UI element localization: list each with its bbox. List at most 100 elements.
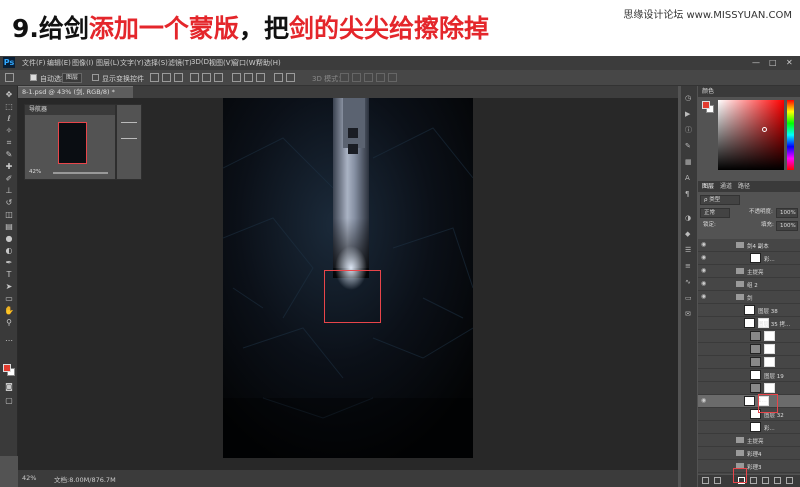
align-vcenter-icon[interactable] — [162, 73, 171, 82]
visibility-eye-icon[interactable]: ◉ — [701, 255, 707, 261]
layer-row[interactable] — [698, 382, 800, 395]
character-icon[interactable]: A — [685, 174, 693, 182]
layer-mask-thumbnail[interactable] — [764, 383, 775, 393]
visibility-eye-icon[interactable] — [701, 372, 707, 378]
maximize-icon[interactable]: □ — [769, 58, 777, 67]
distribute-icon[interactable] — [232, 73, 241, 82]
info-icon[interactable] — [121, 133, 137, 139]
blur-tool-icon[interactable]: ● — [4, 234, 14, 244]
layer-list[interactable]: ◉ 剑4 副本 ◉ 彩... ◉ 主提亮 ◉ 组 2 ◉ 剑图层 38 图层 35 拷... 图层 1… — [698, 239, 800, 474]
visibility-eye-icon[interactable] — [701, 385, 707, 391]
menu-view[interactable]: 视图(V) — [209, 58, 233, 68]
distribute-2-icon[interactable] — [244, 73, 253, 82]
type-tool-icon[interactable]: T — [4, 270, 14, 280]
marquee-tool-icon[interactable]: ⬚ — [4, 102, 14, 112]
align-left-icon[interactable] — [190, 73, 199, 82]
layer-row[interactable]: 图层 35 拷... — [698, 317, 800, 330]
crop-tool-icon[interactable]: ⌗ — [4, 138, 14, 148]
layer-thumbnail[interactable] — [750, 357, 761, 367]
visibility-eye-icon[interactable]: ◉ — [701, 268, 707, 274]
align-bottom-icon[interactable] — [174, 73, 183, 82]
3d-scale-icon[interactable] — [388, 73, 397, 82]
notes-icon[interactable]: ✉ — [685, 310, 693, 318]
visibility-eye-icon[interactable]: ◉ — [701, 398, 707, 404]
menu-help[interactable]: 帮助(H) — [256, 58, 281, 68]
layer-row[interactable]: ◉ 组 2 — [698, 278, 800, 291]
adjustment-layer-icon[interactable] — [750, 477, 757, 484]
tab-paths[interactable]: 路径 — [738, 181, 750, 192]
menu-window[interactable]: 窗口(W) — [232, 58, 258, 68]
layer-thumbnail[interactable] — [750, 253, 761, 263]
move-tool-icon[interactable]: ✥ — [4, 90, 14, 100]
color-fg-swatch[interactable] — [702, 101, 710, 109]
menu-edit[interactable]: 编辑(E) — [47, 58, 71, 68]
menu-file[interactable]: 文件(F) — [22, 58, 46, 68]
brush-presets-icon[interactable]: ✎ — [685, 142, 693, 150]
folder-icon[interactable] — [736, 242, 744, 248]
histogram-icon[interactable] — [121, 117, 137, 123]
auto-select-dropdown[interactable]: 图层 — [62, 73, 83, 83]
adjustments-icon[interactable]: ◑ — [685, 214, 693, 222]
history-brush-icon[interactable]: ↺ — [4, 198, 14, 208]
shape-tool-icon[interactable]: ▭ — [4, 294, 14, 304]
3d-slide-icon[interactable] — [376, 73, 385, 82]
navigator-zoom-slider[interactable] — [53, 172, 108, 174]
layer-row[interactable]: ◉ 1... — [698, 395, 800, 408]
tab-layers[interactable]: 图层 — [702, 181, 714, 192]
layer-mask-thumbnail[interactable] — [764, 344, 775, 354]
fill-value[interactable]: 100% — [776, 221, 798, 231]
healing-brush-icon[interactable]: ✚ — [4, 162, 14, 172]
folder-icon[interactable] — [736, 294, 744, 300]
foreground-color-swatch[interactable] — [3, 364, 11, 372]
layer-thumbnail[interactable] — [744, 318, 755, 328]
layer-mask-thumbnail[interactable] — [764, 331, 775, 341]
layer-row[interactable] — [698, 356, 800, 369]
folder-icon[interactable] — [736, 450, 744, 456]
folder-icon[interactable] — [736, 268, 744, 274]
3d-rotate-icon[interactable] — [340, 73, 349, 82]
layer-thumbnail[interactable] — [744, 305, 755, 315]
visibility-eye-icon[interactable] — [701, 307, 707, 313]
visibility-eye-icon[interactable]: ◉ — [701, 281, 707, 287]
layer-row[interactable]: 图层 32 — [698, 408, 800, 421]
visibility-eye-icon[interactable] — [701, 437, 707, 443]
minimize-icon[interactable]: — — [752, 58, 760, 67]
3d-drag-icon[interactable] — [364, 73, 373, 82]
tab-channels[interactable]: 通道 — [720, 181, 732, 192]
visibility-eye-icon[interactable] — [701, 333, 707, 339]
swatches-icon[interactable]: ▦ — [685, 158, 693, 166]
info-panel-icon[interactable]: ⓘ — [685, 126, 693, 134]
menu-layer[interactable]: 图层(L) — [96, 58, 119, 68]
layer-row[interactable]: ◉ 剑 — [698, 291, 800, 304]
align-hcenter-icon[interactable] — [202, 73, 211, 82]
layer-row[interactable]: 主提亮 — [698, 434, 800, 447]
properties-icon[interactable]: ☰ — [685, 246, 693, 254]
clone-stamp-icon[interactable]: ⊥ — [4, 186, 14, 196]
layer-row[interactable]: 图层 19 — [698, 369, 800, 382]
layer-row[interactable] — [698, 330, 800, 343]
brush-tool-icon[interactable]: ✐ — [4, 174, 14, 184]
navigator-zoom[interactable]: 42% — [29, 169, 41, 175]
layer-thumbnail[interactable] — [750, 344, 761, 354]
align-right-icon[interactable] — [214, 73, 223, 82]
styles-icon[interactable]: ◆ — [685, 230, 693, 238]
magic-wand-icon[interactable]: ✧ — [4, 126, 14, 136]
channels-icon[interactable]: ≡ — [685, 262, 693, 270]
link-layers-icon[interactable] — [702, 477, 709, 484]
visibility-eye-icon[interactable] — [701, 320, 707, 326]
visibility-eye-icon[interactable] — [701, 450, 707, 456]
layer-row[interactable]: 彩理4 — [698, 447, 800, 460]
visibility-eye-icon[interactable]: ◉ — [701, 242, 707, 248]
layer-mask-thumbnail[interactable] — [764, 357, 775, 367]
visibility-eye-icon[interactable] — [701, 346, 707, 352]
more-tools-icon[interactable]: ⋯ — [4, 336, 14, 346]
align-top-icon[interactable] — [150, 73, 159, 82]
actions-icon[interactable]: ▶ — [685, 110, 693, 118]
visibility-eye-icon[interactable] — [701, 359, 707, 365]
menu-image[interactable]: 图像(I) — [72, 58, 94, 68]
eraser-tool-icon[interactable]: ◫ — [4, 210, 14, 220]
paragraph-icon[interactable]: ¶ — [685, 190, 693, 198]
layer-kind-filter[interactable]: ρ 类型 — [700, 195, 740, 205]
layer-thumbnail[interactable] — [750, 370, 761, 380]
color-field[interactable] — [718, 100, 784, 170]
